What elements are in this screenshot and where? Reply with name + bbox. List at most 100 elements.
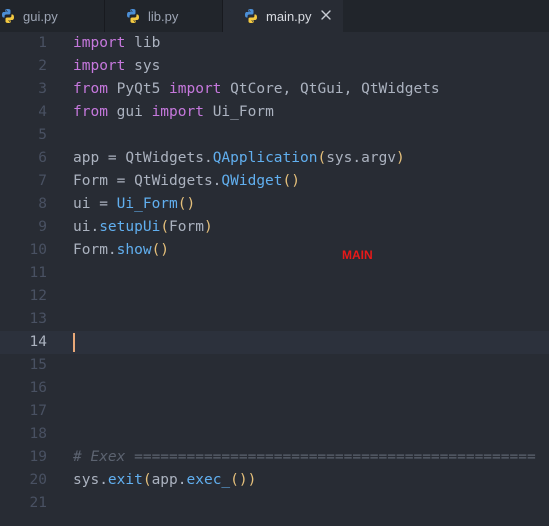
line-number: 10 xyxy=(29,242,47,258)
code-token: import xyxy=(73,58,126,74)
code-token: Ui_Form xyxy=(203,104,274,120)
line-number: 4 xyxy=(38,104,47,120)
python-file-icon xyxy=(243,8,259,24)
code-token: ( xyxy=(160,219,170,235)
code-line[interactable]: 4 from gui import Ui_Form xyxy=(0,101,549,124)
code-text: import lib xyxy=(73,32,160,55)
code-token: # Exex =================================… xyxy=(73,449,536,465)
tab-label: main.py xyxy=(266,8,312,24)
line-number: 6 xyxy=(38,150,47,166)
python-file-icon xyxy=(125,8,141,24)
line-number: 3 xyxy=(38,81,47,97)
line-number: 19 xyxy=(29,449,47,465)
tab-gui-py[interactable]: gui.py xyxy=(0,0,105,32)
line-number: 2 xyxy=(38,58,47,74)
line-number: 18 xyxy=(29,426,47,442)
tab-label: lib.py xyxy=(148,8,179,24)
tab-main-py[interactable]: main.py xyxy=(223,0,343,32)
code-token: () xyxy=(151,242,170,258)
close-icon[interactable] xyxy=(319,8,333,22)
code-token: sys.argv xyxy=(326,150,397,166)
code-token: () xyxy=(230,472,248,488)
code-token: ui. xyxy=(73,219,100,235)
code-token: lib xyxy=(125,35,161,51)
code-token: ( xyxy=(142,472,152,488)
code-line[interactable]: 12 xyxy=(0,285,549,308)
code-token: import xyxy=(73,35,126,51)
code-token: ) xyxy=(396,150,405,166)
code-text: import sys xyxy=(73,55,160,78)
code-text: from gui import Ui_Form xyxy=(73,101,274,124)
code-line[interactable]: 15 xyxy=(0,354,549,377)
code-text: Form = QtWidgets.QWidget() xyxy=(73,170,300,193)
tab-label: gui.py xyxy=(23,8,58,24)
line-number: 17 xyxy=(29,403,47,419)
code-token: Form xyxy=(169,219,204,235)
line-number: 8 xyxy=(38,196,47,212)
code-text: ui = Ui_Form() xyxy=(73,193,195,216)
code-text: # Exex =================================… xyxy=(73,446,536,469)
code-token: () xyxy=(177,196,196,212)
line-number: 13 xyxy=(29,311,47,327)
current-line[interactable]: 14 xyxy=(0,331,549,354)
code-token: Ui_Form xyxy=(116,196,178,212)
text-cursor xyxy=(73,333,75,352)
line-number: 7 xyxy=(38,173,47,189)
code-line[interactable]: 16 xyxy=(0,377,549,400)
code-editor[interactable]: 1 import lib 2 import sys 3 from PyQt5 import… xyxy=(0,32,549,526)
code-token: from xyxy=(73,104,108,120)
line-number: 1 xyxy=(38,35,47,51)
code-token: setupUi xyxy=(99,219,161,235)
code-line[interactable]: 2 import sys xyxy=(0,55,549,78)
line-number: 21 xyxy=(29,495,47,511)
code-token: app = QtWidgets. xyxy=(73,150,213,166)
code-text: sys.exit(app.exec_()) xyxy=(73,469,256,492)
code-line[interactable]: 6 app = QtWidgets.QApplication(sys.argv) xyxy=(0,147,549,170)
code-line[interactable]: 10 Form.show() xyxy=(0,239,549,262)
code-token: QWidget xyxy=(221,173,283,189)
code-line[interactable]: 13 xyxy=(0,308,549,331)
line-number: 20 xyxy=(29,472,47,488)
code-token: Form. xyxy=(73,242,117,258)
code-line[interactable]: 21 xyxy=(0,492,549,515)
code-line[interactable]: 3 from PyQt5 import QtCore, QtGui, QtWidg… xyxy=(0,78,549,101)
code-token: exec_ xyxy=(186,472,231,488)
code-line[interactable]: 7 Form = QtWidgets.QWidget() xyxy=(0,170,549,193)
code-token: Form = QtWidgets. xyxy=(73,173,222,189)
code-line[interactable]: 19 # Exex ===============================… xyxy=(0,446,549,469)
code-token: () xyxy=(282,173,300,189)
line-number: 12 xyxy=(29,288,47,304)
code-text: ui.setupUi(Form) xyxy=(73,216,213,239)
code-token: import xyxy=(169,81,222,97)
code-line[interactable]: 11 xyxy=(0,262,549,285)
code-token: ( xyxy=(317,150,327,166)
code-token: from xyxy=(73,81,108,97)
code-line[interactable]: 5 xyxy=(0,124,549,147)
code-token: QtCore, QtGui, QtWidgets xyxy=(221,81,440,97)
code-token: sys xyxy=(125,58,161,74)
main-overlay-label: MAIN xyxy=(342,248,373,262)
line-number: 14 xyxy=(29,334,47,350)
code-line[interactable]: 8 ui = Ui_Form() xyxy=(0,193,549,216)
code-token: ) xyxy=(247,472,257,488)
code-token: gui xyxy=(107,104,152,120)
code-token: show xyxy=(116,242,152,258)
code-line[interactable]: 18 xyxy=(0,423,549,446)
code-token: PyQt5 xyxy=(107,81,170,97)
code-token: ui = xyxy=(73,196,117,212)
code-line[interactable]: 1 import lib xyxy=(0,32,549,55)
line-number: 16 xyxy=(29,380,47,396)
code-token: ) xyxy=(203,219,213,235)
tab-lib-py[interactable]: lib.py xyxy=(105,0,223,32)
code-token: exit xyxy=(107,472,143,488)
code-text: Form.show() xyxy=(73,239,169,262)
tab-bar: gui.py lib.py main.py xyxy=(0,0,549,32)
code-line[interactable]: 20 sys.exit(app.exec_()) xyxy=(0,469,549,492)
code-token: sys. xyxy=(73,472,108,488)
line-number: 9 xyxy=(38,219,47,235)
python-file-icon xyxy=(0,8,16,24)
code-token: app. xyxy=(151,472,187,488)
code-line[interactable]: 17 xyxy=(0,400,549,423)
code-line[interactable]: 9 ui.setupUi(Form) xyxy=(0,216,549,239)
code-token: QApplication xyxy=(212,150,318,166)
